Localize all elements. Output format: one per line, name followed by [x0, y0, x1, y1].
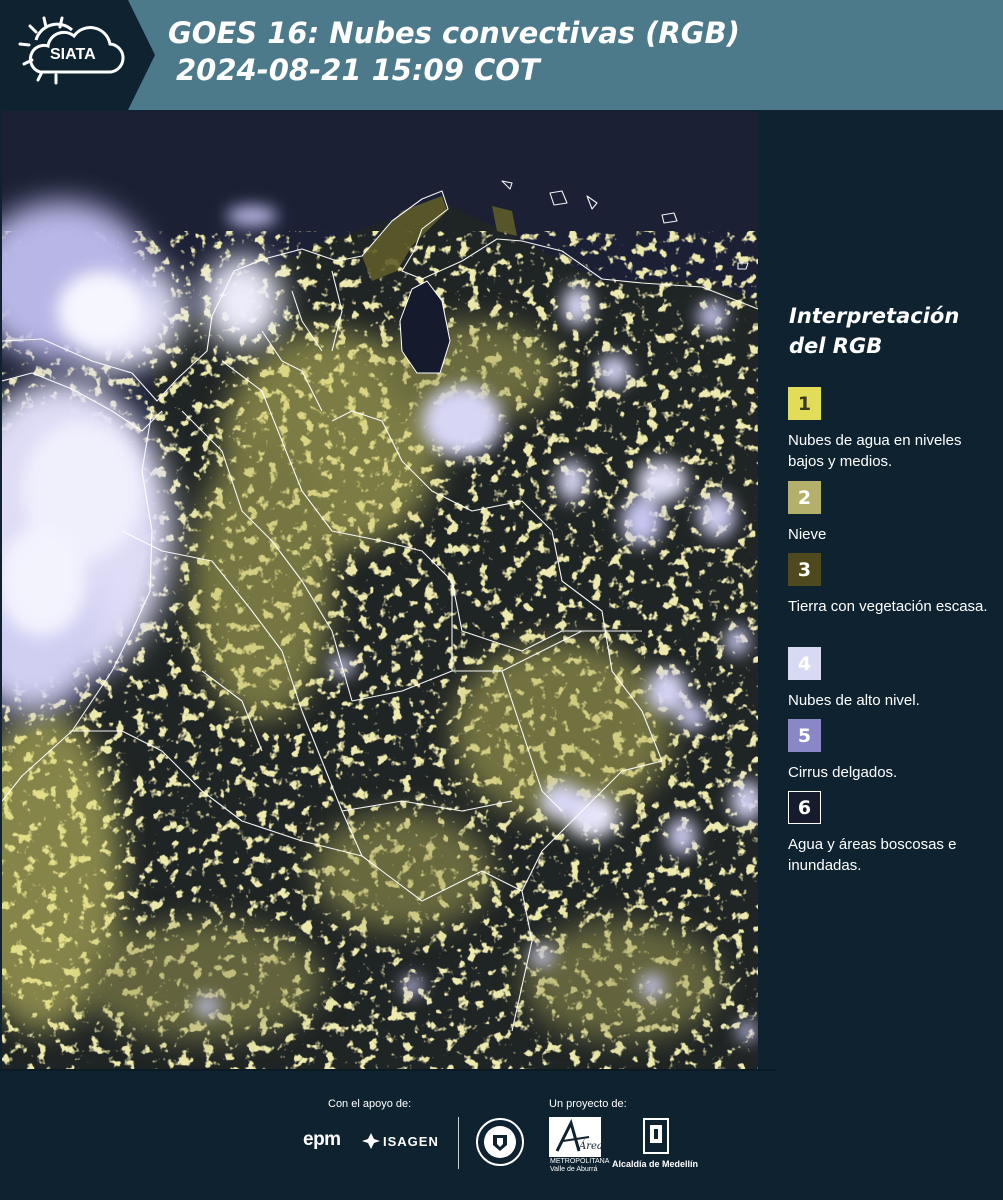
satellite-image [2, 111, 758, 1069]
legend-label: Cirrus delgados. [788, 764, 898, 781]
legend-item: 6 Agua y áreas boscosas e inundadas. [788, 791, 998, 876]
project-label: Un proyecto de: [549, 1098, 627, 1110]
area-metropolitana-logo-icon: Área [549, 1117, 601, 1157]
legend-item: 4 Nubes de alto nivel. [788, 647, 998, 711]
satellite-map-svg [2, 111, 758, 1069]
alcaldia-medellin-logo: Alcaldía de Medellín [612, 1159, 699, 1169]
legend-label: Nieve [788, 526, 827, 543]
legend-item: 2 Nieve [788, 481, 998, 545]
legend-label: Nubes de agua en niveles bajos y medios. [788, 432, 962, 470]
support-label: Con el apoyo de: [328, 1098, 412, 1110]
legend-swatch: 2 [788, 481, 821, 514]
legend-panel: Interpretación del RGB 1 Nubes de agua e… [776, 111, 1003, 1069]
epm-logo: epm [303, 1129, 341, 1150]
legend-title: Interpretación del RGB [789, 301, 989, 361]
page-timestamp: 2024-08-21 15:09 COT [176, 53, 540, 87]
isagen-logo-icon [362, 1133, 380, 1149]
legend-label: Agua y áreas boscosas e inundadas. [788, 836, 957, 874]
footer-divider-vertical [458, 1117, 459, 1169]
legend-item: 5 Cirrus delgados. [788, 719, 998, 783]
area-metropolitana-subtitle: METROPOLITANA Valle de Aburrá [550, 1158, 609, 1173]
legend-swatch: 6 [788, 791, 821, 824]
legend-title-line1: Interpretación [789, 304, 960, 328]
legend-swatch: 4 [788, 647, 821, 680]
footer-divider [0, 1069, 776, 1071]
alcaldia-crest-icon [643, 1118, 669, 1154]
footer: Con el apoyo de: Un proyecto de: epm ISA… [0, 1069, 1003, 1200]
legend-label: Nubes de alto nivel. [788, 692, 920, 709]
page-title: GOES 16: Nubes convectivas (RGB) [168, 16, 740, 50]
legend-swatch: 1 [788, 387, 821, 420]
siata-logo-text: SIATA [50, 46, 96, 63]
legend-item: 1 Nubes de agua en niveles bajos y medio… [788, 387, 998, 472]
area-logo-text: Área [578, 1140, 601, 1152]
legend-item: 3 Tierra con vegetación escasa. [788, 553, 998, 617]
isagen-logo: ISAGEN [383, 1134, 439, 1149]
legend-swatch: 5 [788, 719, 821, 752]
legend-swatch: 3 [788, 553, 821, 586]
header-bar: SIATA GOES 16: Nubes convectivas (RGB) 2… [0, 0, 1003, 110]
legend-label: Tierra con vegetación escasa. [788, 598, 988, 615]
legend-title-line2: del RGB [789, 334, 883, 358]
medellin-seal-icon [476, 1118, 524, 1166]
siata-logo: SIATA [0, 0, 155, 110]
